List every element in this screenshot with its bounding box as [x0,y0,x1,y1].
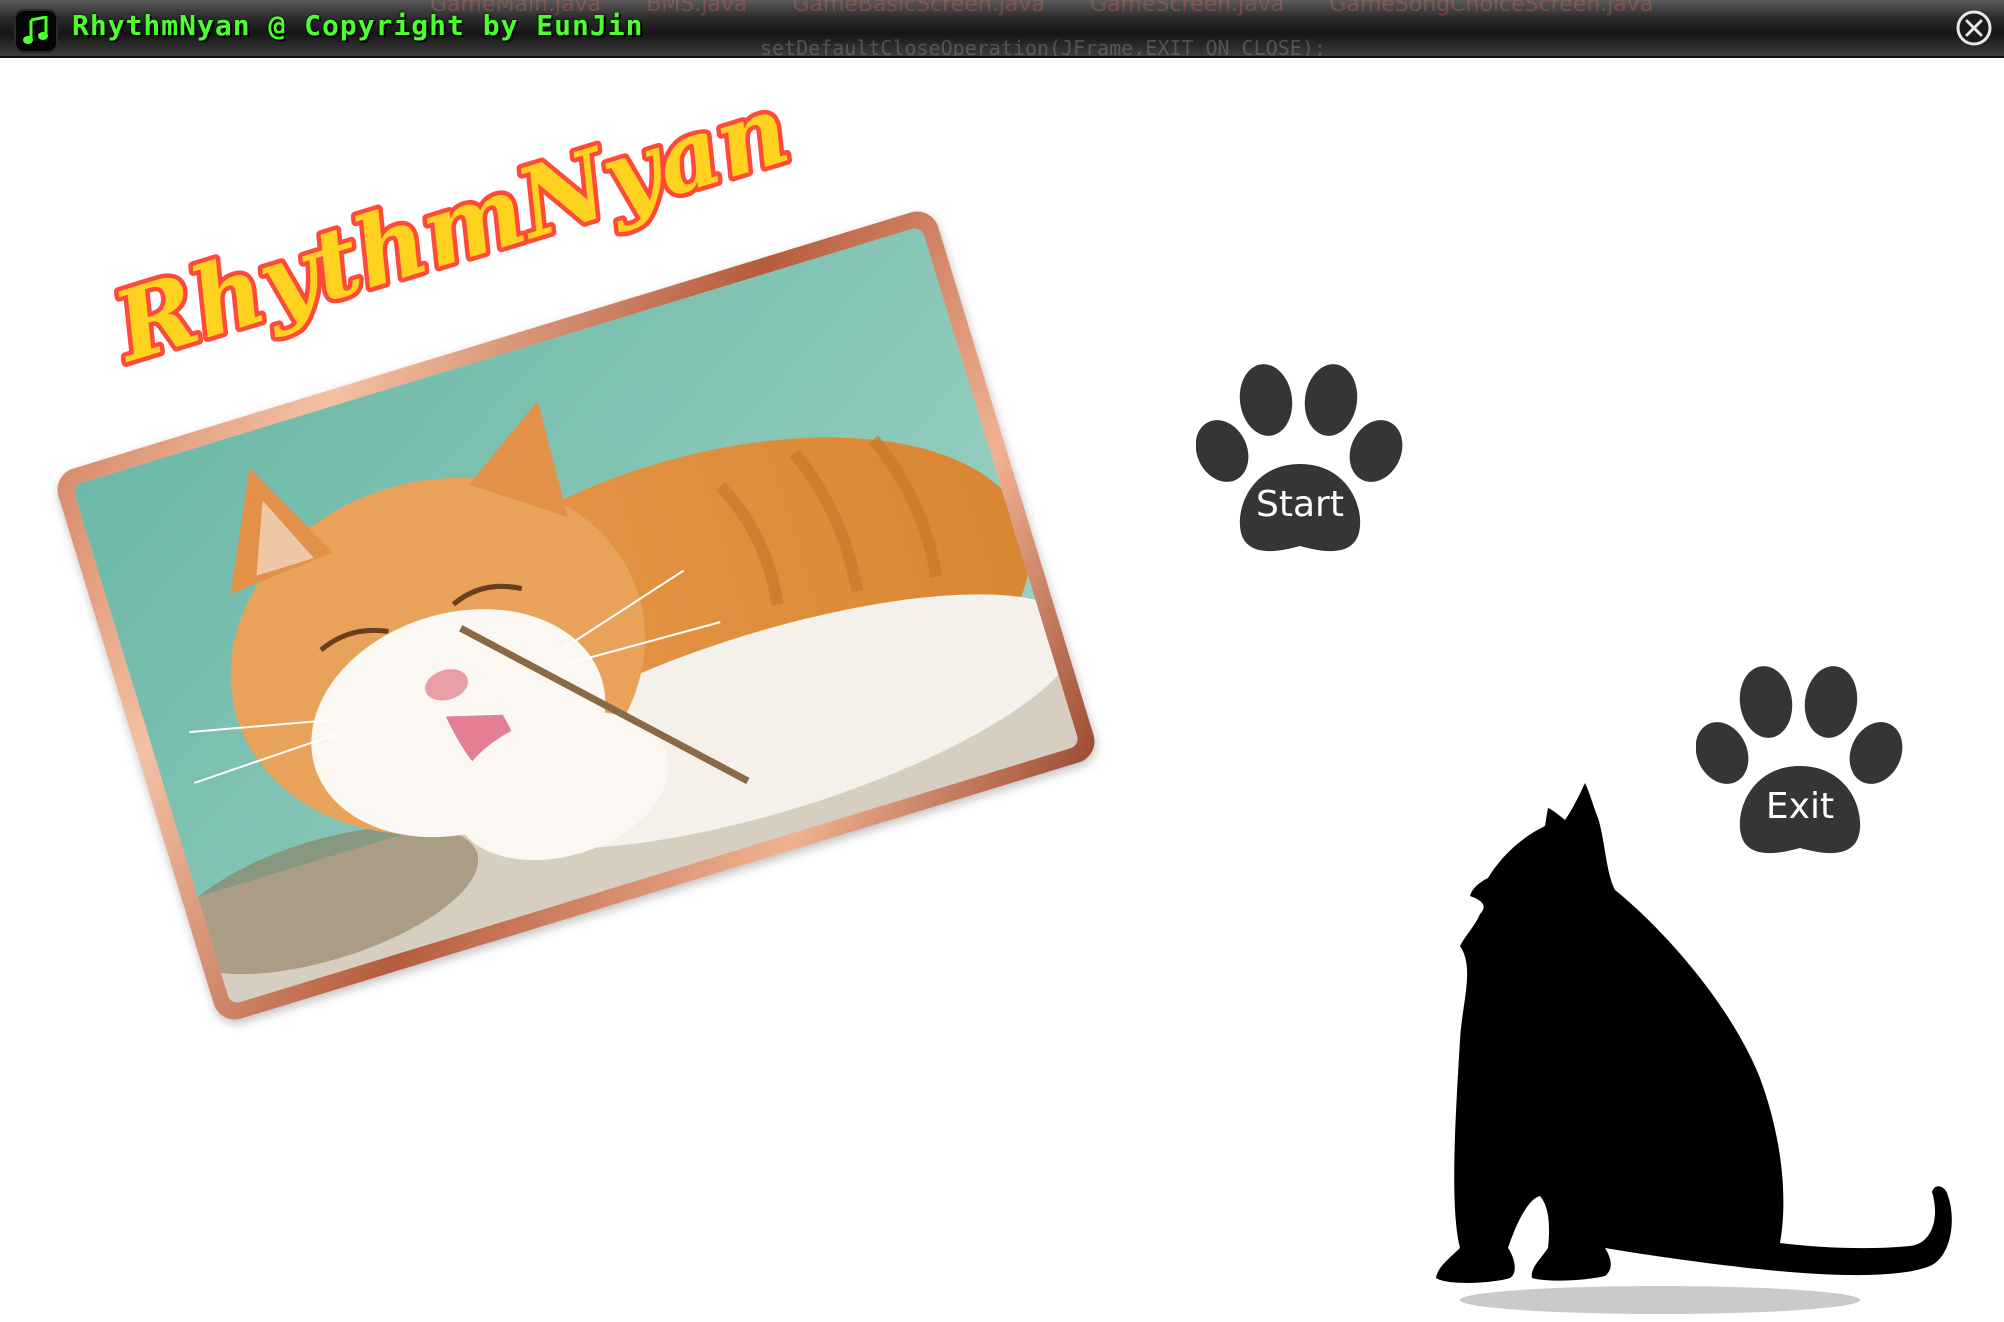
background-tab: GameBasicScreen.java [792,0,1045,17]
window-title: RhythmNyan @ Copyright by EunJin [72,9,644,42]
window-title-bar[interactable]: GameMain.java BMS.java GameBasicScreen.j… [0,0,2004,58]
background-tab: GameScreen.java [1090,0,1285,17]
background-tab: BMS.java [646,0,748,17]
close-button[interactable] [1954,8,1994,48]
intro-screen: RhythmNyan Start Exit [0,58,2004,1314]
paw-print-icon [1195,364,1403,552]
background-code-line: setDefaultCloseOperation(JFrame.EXIT_ON_… [760,36,1326,58]
black-cat-silhouette [1400,778,1980,1322]
start-button[interactable]: Start [1195,356,1404,558]
background-tab: GameSongChoiceScreen.java [1329,0,1654,17]
music-note-icon [14,9,58,53]
start-button-label: Start [1256,484,1344,525]
close-circle-icon [1956,10,1992,46]
